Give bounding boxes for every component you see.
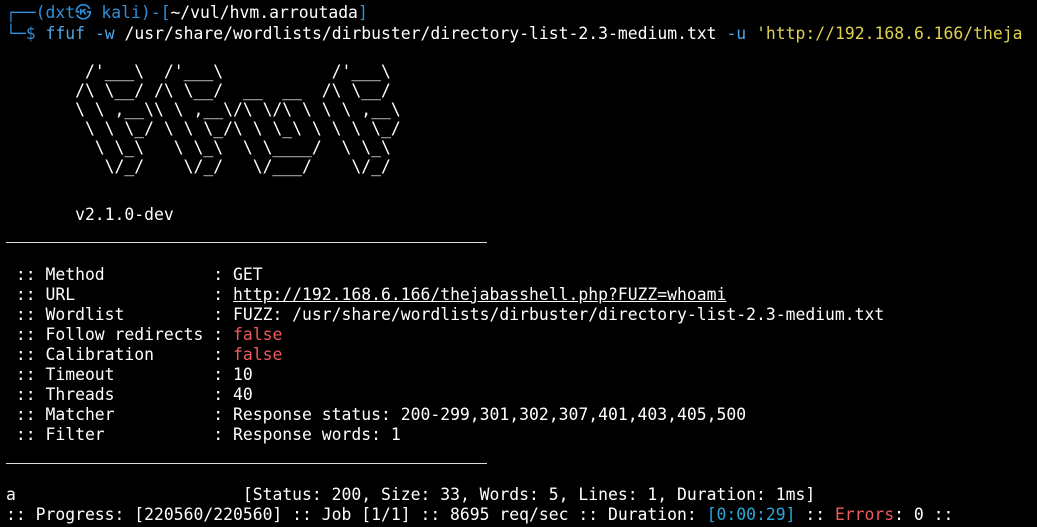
wordlist-argument: /usr/share/wordlists/dirbuster/directory… [124, 24, 717, 43]
terminal-window[interactable]: ┌──(dxt㉿ kali)-[~/vul/hvm.arroutada] └─$… [0, 0, 1037, 527]
command-line[interactable]: └─$ ffuf -w /usr/share/wordlists/dirbust… [6, 24, 1023, 44]
progress-errors-label: Errors [834, 505, 895, 524]
progress-duration: [0:00:29] [706, 505, 796, 524]
config-method-value: GET [232, 265, 263, 284]
command-name: ffuf [45, 24, 85, 43]
config-method-key: :: Method : [6, 265, 233, 284]
config-filter-key: :: Filter : [6, 425, 233, 444]
config-filter-value: Response words: 1 [232, 425, 401, 444]
ffuf-ascii-banner: /'___\ /'___\ /'___\ /\ \__/ /\ \__/ __ … [75, 62, 401, 176]
config-calibration-key: :: Calibration : [6, 345, 233, 364]
config-timeout: :: Timeout : 10 [6, 365, 253, 385]
config-method: :: Method : GET [6, 265, 263, 285]
result-gap [16, 485, 243, 504]
prompt-frame-bottom: └─$ [6, 24, 36, 43]
config-url-link[interactable]: http://192.168.6.166/thejabasshell.php?F… [233, 285, 726, 304]
url-argument: 'http://192.168.6.166/theja [756, 24, 1023, 43]
config-url-key: :: URL : [6, 285, 233, 304]
flag-w: -w [94, 24, 115, 43]
prompt-header: ┌──(dxt㉿ kali)-[~/vul/hvm.arroutada] [6, 3, 368, 23]
config-filter: :: Filter : Response words: 1 [6, 425, 401, 445]
prompt-frame-top: ┌──( [6, 3, 46, 22]
prompt-close: ] [357, 3, 368, 22]
config-follow-redirects-key: :: Follow redirects : [6, 325, 233, 344]
config-follow-redirects: :: Follow redirects : false [6, 325, 282, 345]
config-timeout-value: 10 [232, 365, 253, 384]
config-wordlist: :: Wordlist : FUZZ: /usr/share/wordlists… [6, 305, 884, 325]
config-matcher-value: Response status: 200-299,301,302,307,401… [232, 405, 747, 424]
config-timeout-key: :: Timeout : [6, 365, 233, 384]
prompt-path: ~/vul/hvm.arroutada [170, 3, 358, 22]
progress-prefix: :: Progress: [220560/220560] :: Job [1/1… [6, 505, 707, 524]
config-matcher-key: :: Matcher : [6, 405, 233, 424]
prompt-separator: )-[ [140, 3, 171, 22]
progress-suffix: : 0 :: [894, 505, 954, 524]
divider-bottom [6, 463, 487, 464]
version-text: v2.1.0-dev [6, 205, 174, 224]
config-wordlist-key: :: Wordlist : [6, 305, 233, 324]
config-threads-value: 40 [232, 385, 253, 404]
prompt-user-host: dxt㉿ kali [45, 3, 141, 22]
config-follow-redirects-value: false [232, 325, 283, 344]
config-matcher: :: Matcher : Response status: 200-299,30… [6, 405, 746, 425]
config-url: :: URL : http://192.168.6.166/thejabassh… [6, 285, 727, 305]
progress-line: :: Progress: [220560/220560] :: Job [1/1… [6, 505, 953, 525]
divider-top [6, 242, 487, 243]
config-threads: :: Threads : 40 [6, 385, 253, 405]
flag-u: -u [726, 24, 747, 43]
config-calibration-value: false [232, 345, 283, 364]
result-word: a [6, 485, 16, 504]
result-row: a [Status: 200, Size: 33, Words: 5, Line… [6, 485, 815, 505]
result-details: [Status: 200, Size: 33, Words: 5, Lines:… [242, 485, 816, 504]
config-threads-key: :: Threads : [6, 385, 233, 404]
progress-mid: :: [795, 505, 835, 524]
config-calibration: :: Calibration : false [6, 345, 282, 365]
config-wordlist-value: FUZZ: /usr/share/wordlists/dirbuster/dir… [232, 305, 885, 324]
